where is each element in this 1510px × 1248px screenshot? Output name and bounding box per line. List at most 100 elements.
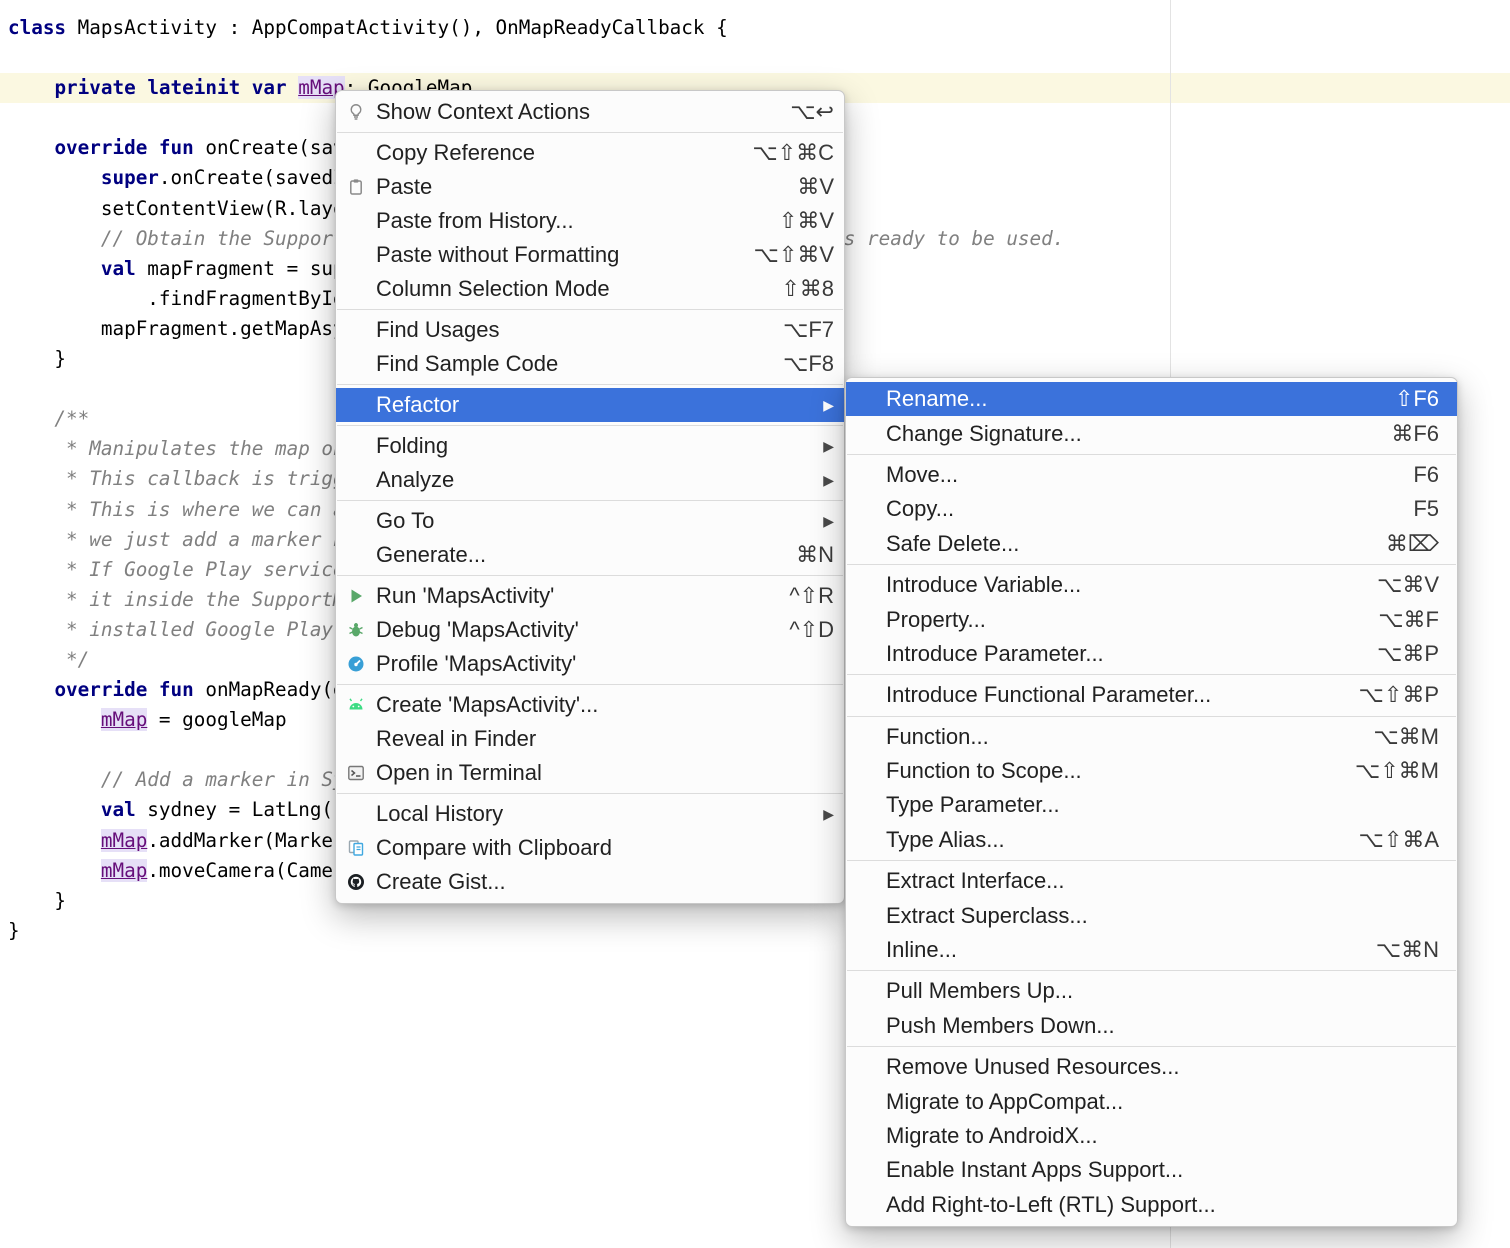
menu-item-paste-without-formatting[interactable]: Paste without Formatting ⌥⇧⌘V <box>336 238 844 272</box>
menu-item-safe-delete[interactable]: Safe Delete...⌘⌦ <box>846 527 1457 561</box>
menu-item-find-sample-code[interactable]: Find Sample Code⌥F8 <box>336 347 844 381</box>
menu-item-compare-with-clipboard[interactable]: Compare with Clipboard <box>336 831 844 865</box>
code-text <box>8 76 54 99</box>
menu-item-label: Show Context Actions <box>376 99 766 125</box>
code-keyword: override <box>54 678 147 701</box>
menu-item-migrate-to-androidx[interactable]: Migrate to AndroidX... <box>846 1119 1457 1153</box>
code-text: = googleMap <box>147 708 286 731</box>
menu-item-refactor[interactable]: Refactor▶ <box>336 388 844 422</box>
menu-item-migrate-to-appcompat[interactable]: Migrate to AppCompat... <box>846 1084 1457 1118</box>
menu-item-extract-superclass[interactable]: Extract Superclass... <box>846 898 1457 932</box>
menu-item-shortcut: ⌘V <box>797 174 834 200</box>
code-keyword: val <box>101 257 136 280</box>
menu-item-paste-from-history[interactable]: Paste from History...⇧⌘V <box>336 204 844 238</box>
code-text <box>147 678 159 701</box>
code-line[interactable] <box>8 43 1157 73</box>
code-text <box>8 678 54 701</box>
menu-item-label: Paste without Formatting <box>376 242 730 268</box>
menu-item-folding[interactable]: Folding▶ <box>336 429 844 463</box>
menu-item-local-history[interactable]: Local History▶ <box>336 797 844 831</box>
menu-item-function[interactable]: Function...⌥⌘M <box>846 720 1457 754</box>
menu-item-copy-reference[interactable]: Copy Reference⌥⇧⌘C <box>336 136 844 170</box>
menu-item-open-in-terminal[interactable]: Open in Terminal <box>336 756 844 790</box>
menu-item-introduce-parameter[interactable]: Introduce Parameter...⌥⌘P <box>846 637 1457 671</box>
menu-item-copy[interactable]: Copy...F5 <box>846 492 1457 526</box>
code-keyword: class <box>8 16 66 39</box>
menu-item-property[interactable]: Property... ⌥⌘F <box>846 602 1457 636</box>
menu-item-reveal-in-finder[interactable]: Reveal in Finder <box>336 722 844 756</box>
menu-separator <box>847 454 1456 455</box>
menu-item-label: Pull Members Up... <box>886 978 1439 1004</box>
menu-item-push-members-down[interactable]: Push Members Down... <box>846 1009 1457 1043</box>
menu-item-label: Function to Scope... <box>886 758 1331 784</box>
menu-separator <box>337 684 843 685</box>
code-comment: /** <box>8 407 89 430</box>
menu-item-inline[interactable]: Inline...⌥⌘N <box>846 933 1457 967</box>
compare-icon <box>346 838 376 858</box>
terminal-icon <box>346 763 376 783</box>
menu-item-label: Property... <box>886 607 1354 633</box>
menu-item-find-usages[interactable]: Find Usages⌥F7 <box>336 313 844 347</box>
menu-separator <box>847 1046 1456 1047</box>
code-text <box>8 257 101 280</box>
menu-item-label: Extract Superclass... <box>886 903 1439 929</box>
menu-item-label: Introduce Parameter... <box>886 641 1353 667</box>
menu-item-column-selection-mode[interactable]: Column Selection Mode⇧⌘8 <box>336 272 844 306</box>
menu-item-label: Rename... <box>886 386 1371 412</box>
menu-item-enable-instant-apps-support[interactable]: Enable Instant Apps Support... <box>846 1153 1457 1187</box>
menu-item-debug-mapsactivity[interactable]: Debug 'MapsActivity'^⇧D <box>336 613 844 647</box>
menu-separator <box>337 384 843 385</box>
menu-item-shortcut: ⌥⇧⌘P <box>1359 682 1439 708</box>
menu-item-shortcut: ⌥⇧⌘V <box>754 242 834 268</box>
menu-item-label: Local History <box>376 801 799 827</box>
menu-item-rename[interactable]: Rename...⇧F6 <box>846 382 1457 416</box>
menu-item-change-signature[interactable]: Change Signature... ⌘F6 <box>846 416 1457 450</box>
menu-item-label: Find Usages <box>376 317 759 343</box>
menu-item-show-context-actions[interactable]: Show Context Actions⌥↩ <box>336 95 844 129</box>
code-field-highlight: mMap <box>101 708 147 731</box>
menu-item-label: Find Sample Code <box>376 351 759 377</box>
menu-item-go-to[interactable]: Go To▶ <box>336 504 844 538</box>
lightbulb-icon <box>346 102 376 122</box>
menu-item-label: Introduce Variable... <box>886 572 1353 598</box>
refactor-submenu: Rename...⇧F6 Change Signature... ⌘F6 Move..… <box>845 377 1458 1227</box>
menu-item-introduce-variable[interactable]: Introduce Variable...⌥⌘V <box>846 568 1457 602</box>
menu-item-profile-mapsactivity[interactable]: Profile 'MapsActivity' <box>336 647 844 681</box>
code-keyword: private <box>54 76 135 99</box>
code-text: } <box>8 347 66 370</box>
menu-item-analyze[interactable]: Analyze▶ <box>336 463 844 497</box>
menu-item-shortcut: ⌘F6 <box>1391 421 1439 447</box>
menu-item-type-alias[interactable]: Type Alias...⌥⇧⌘A <box>846 823 1457 857</box>
menu-item-paste[interactable]: Paste ⌘V <box>336 170 844 204</box>
menu-item-generate[interactable]: Generate...⌘N <box>336 538 844 572</box>
menu-item-label: Copy... <box>886 496 1389 522</box>
menu-item-label: Go To <box>376 508 799 534</box>
menu-item-extract-interface[interactable]: Extract Interface... <box>846 864 1457 898</box>
code-line[interactable]: class MapsActivity : AppCompatActivity()… <box>8 13 1157 43</box>
menu-item-function-to-scope[interactable]: Function to Scope...⌥⇧⌘M <box>846 754 1457 788</box>
menu-separator <box>337 575 843 576</box>
github-icon <box>346 872 376 892</box>
menu-item-shortcut: ^⇧R <box>789 583 834 609</box>
menu-item-remove-unused-resources[interactable]: Remove Unused Resources... <box>846 1050 1457 1084</box>
menu-item-label: Change Signature... <box>886 421 1367 447</box>
menu-item-label: Extract Interface... <box>886 868 1439 894</box>
menu-item-add-right-to-left-rtl-support[interactable]: Add Right-to-Left (RTL) Support... <box>846 1188 1457 1222</box>
menu-item-label: Create 'MapsActivity'... <box>376 692 834 718</box>
menu-item-label: Folding <box>376 433 799 459</box>
menu-item-move[interactable]: Move...F6 <box>846 458 1457 492</box>
menu-item-label: Paste <box>376 174 773 200</box>
menu-item-introduce-functional-parameter[interactable]: Introduce Functional Parameter...⌥⇧⌘P <box>846 678 1457 712</box>
code-text: MapsActivity : AppCompatActivity(), OnMa… <box>66 16 728 39</box>
menu-item-label: Migrate to AppCompat... <box>886 1089 1439 1115</box>
menu-item-label: Debug 'MapsActivity' <box>376 617 765 643</box>
menu-item-type-parameter[interactable]: Type Parameter... <box>846 788 1457 822</box>
menu-separator <box>847 970 1456 971</box>
menu-item-shortcut: ⌥⌘F <box>1378 607 1439 633</box>
menu-item-create-mapsactivity[interactable]: Create 'MapsActivity'... <box>336 688 844 722</box>
menu-item-pull-members-up[interactable]: Pull Members Up... <box>846 974 1457 1008</box>
code-keyword: lateinit <box>147 76 240 99</box>
menu-item-create-gist[interactable]: Create Gist... <box>336 865 844 899</box>
code-keyword: super <box>101 166 159 189</box>
menu-item-run-mapsactivity[interactable]: Run 'MapsActivity'^⇧R <box>336 579 844 613</box>
